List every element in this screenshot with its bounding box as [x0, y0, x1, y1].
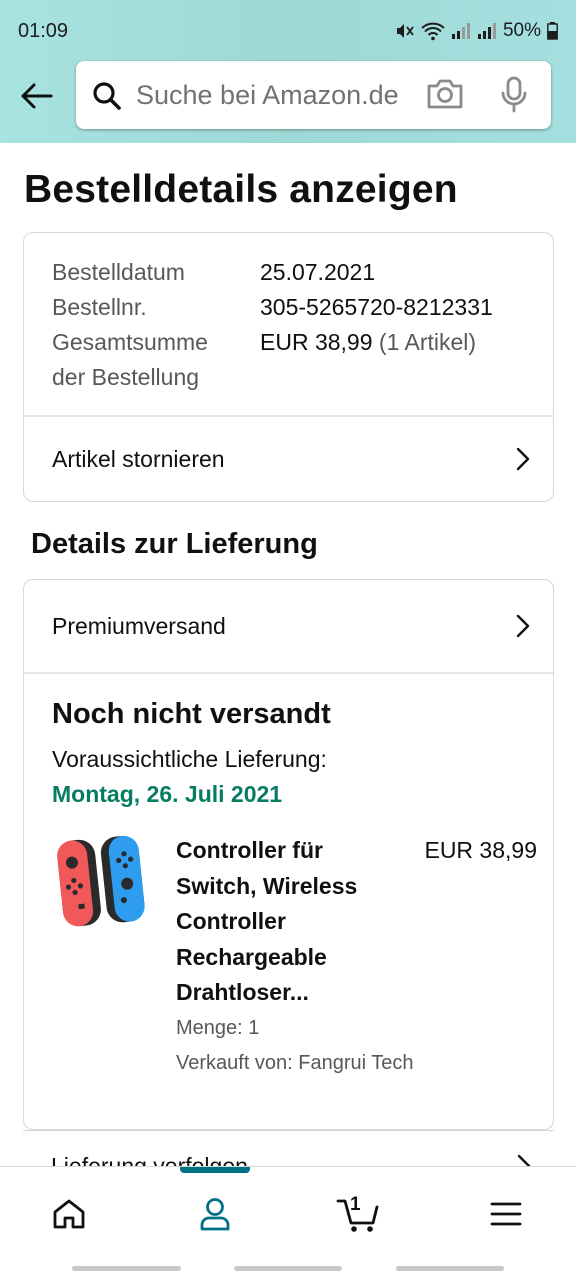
total-amount: EUR 38,99: [260, 329, 373, 355]
summary-label-total: Gesamtsumme der Bestellung: [52, 325, 260, 395]
shipping-method-label: Premiumversand: [52, 612, 226, 639]
nav-home[interactable]: [41, 1189, 97, 1239]
summary-value: 305-5265720-8212331: [260, 294, 493, 320]
signal-icon-2: [477, 23, 496, 39]
search-input[interactable]: [136, 75, 426, 115]
summary-value-total: EUR 38,99 (1 Artikel): [260, 325, 476, 395]
page-title: Bestelldetails anzeigen: [24, 168, 458, 211]
mute-icon: [396, 24, 414, 38]
product-seller: Verkauft von: Fangrui Tech: [176, 1052, 414, 1074]
shipping-method-link[interactable]: Premiumversand: [24, 580, 553, 672]
product-price: EUR 38,99: [424, 837, 537, 863]
summary-label: Bestellnr.: [52, 294, 147, 320]
search-icon: [93, 82, 121, 110]
product-title-line: Controller für: [176, 837, 323, 863]
product-title-line: Drahtloser...: [176, 979, 309, 1005]
wifi-icon: [421, 22, 445, 41]
battery-icon: [547, 22, 558, 40]
order-summary: Bestelldatum 25.07.2021 Bestellnr. 305-5…: [52, 255, 493, 395]
chevron-right-icon: [516, 447, 530, 471]
product-title-line: Rechargeable: [176, 943, 327, 970]
summary-value: 25.07.2021: [260, 259, 376, 285]
gesture-handle: [234, 1266, 342, 1271]
signal-icon: [451, 23, 470, 39]
bottom-navigation: 1: [0, 1166, 576, 1258]
back-button[interactable]: [14, 74, 58, 118]
summary-row-order-number: Bestellnr. 305-5265720-8212331: [52, 290, 493, 325]
chevron-right-icon: [516, 614, 530, 638]
status-icons: 50%: [395, 20, 558, 42]
cart-count-badge: 1: [350, 1194, 361, 1215]
total-label-line1: Gesamtsumme: [52, 329, 208, 355]
app-header: 01:09 50%: [0, 0, 576, 143]
cancel-items-link[interactable]: Artikel stornieren: [24, 416, 553, 502]
menu-icon: [490, 1202, 522, 1226]
microphone-icon[interactable]: [500, 76, 528, 114]
total-label-line2: der Bestellung: [52, 364, 200, 390]
divider: [24, 672, 553, 674]
nav-cart[interactable]: 1: [331, 1189, 387, 1239]
gesture-handle: [396, 1266, 504, 1271]
estimated-delivery-date: Montag, 26. Juli 2021: [52, 781, 283, 807]
status-bar: 01:09 50%: [0, 0, 576, 60]
system-gesture-bar: [0, 1258, 576, 1280]
order-summary-card: Bestelldatum 25.07.2021 Bestellnr. 305-5…: [23, 232, 554, 502]
camera-icon[interactable]: [426, 78, 464, 110]
product-title-line: Controller: [176, 908, 286, 934]
summary-label: Bestelldatum: [52, 259, 185, 285]
home-icon: [53, 1199, 85, 1229]
nav-account[interactable]: [187, 1189, 243, 1239]
search-bar[interactable]: [76, 61, 551, 129]
summary-row-date: Bestelldatum 25.07.2021: [52, 255, 493, 290]
estimated-delivery-label: Voraussichtliche Lieferung:: [52, 746, 327, 772]
summary-row-total: Gesamtsumme der Bestellung EUR 38,99 (1 …: [52, 325, 493, 395]
product-title-link[interactable]: Controller für Switch, Wireless Controll…: [176, 833, 396, 1011]
total-items-count: (1 Artikel): [378, 329, 477, 355]
arrow-left-icon: [21, 83, 53, 109]
delivery-card: Premiumversand Noch nicht versandt Vorau…: [23, 579, 554, 1130]
active-tab-indicator: [180, 1167, 250, 1173]
account-icon: [200, 1198, 230, 1231]
status-time: 01:09: [18, 20, 69, 42]
gesture-handle: [72, 1266, 181, 1271]
product-title-line: Switch, Wireless: [176, 872, 358, 899]
nav-menu[interactable]: [478, 1189, 534, 1239]
track-delivery-link[interactable]: Lieferung verfolgen: [23, 1130, 554, 1170]
shipment-status: Noch nicht versandt: [52, 698, 331, 730]
product-quantity: Menge: 1: [176, 1017, 260, 1039]
battery-percent: 50%: [502, 20, 541, 41]
cancel-items-label: Artikel stornieren: [52, 445, 225, 472]
delivery-section-title: Details zur Lieferung: [31, 528, 318, 560]
product-image[interactable]: [54, 832, 148, 932]
